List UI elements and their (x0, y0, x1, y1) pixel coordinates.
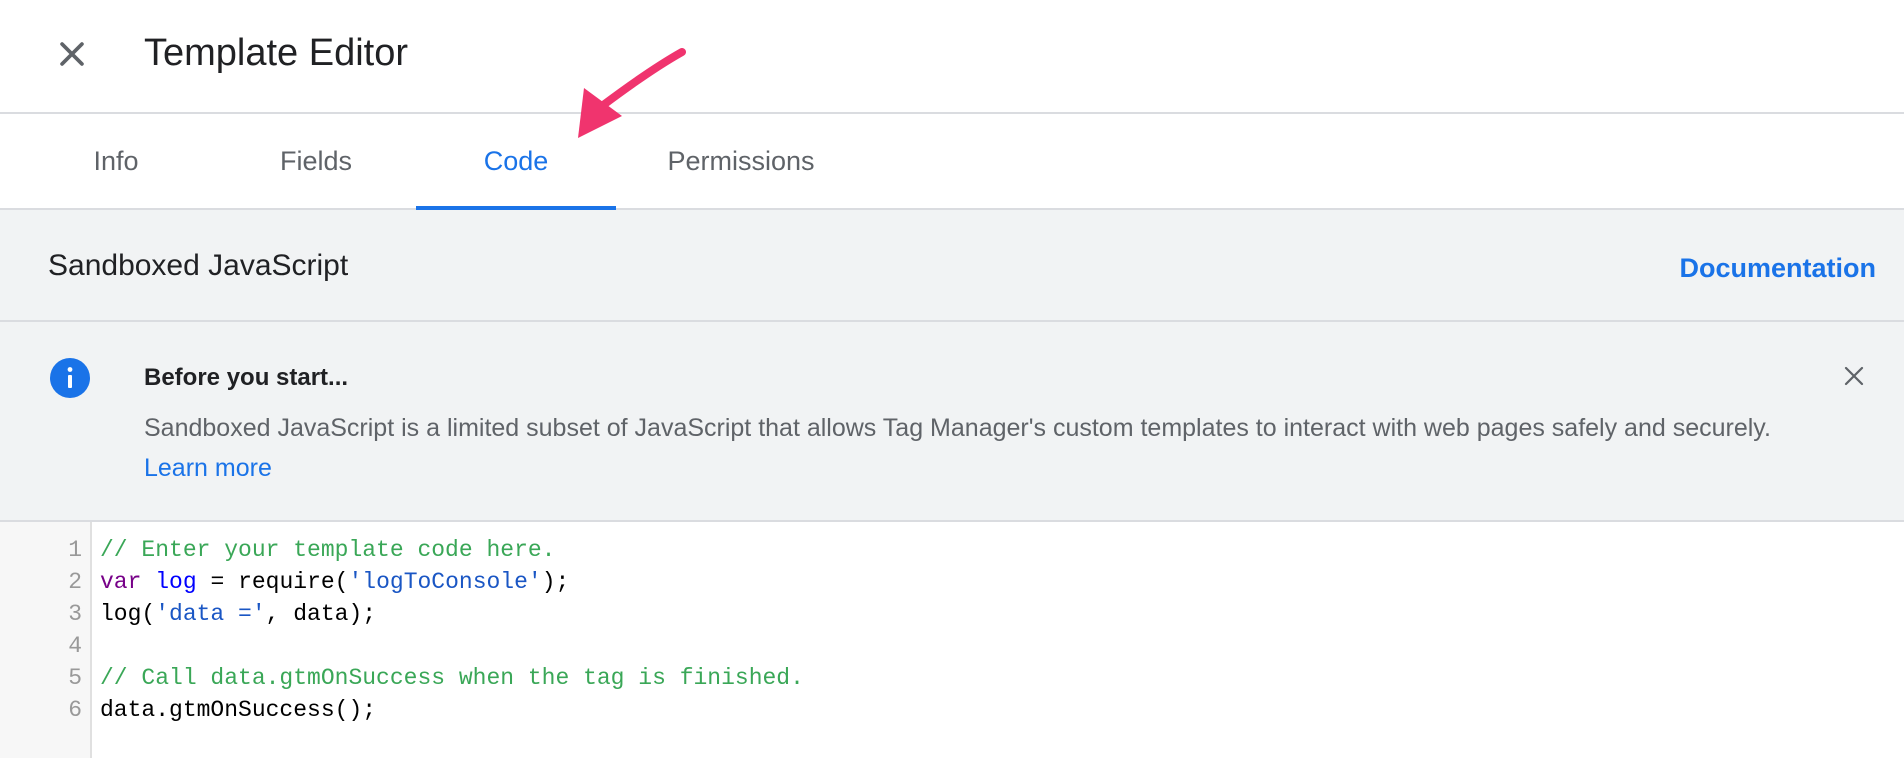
header: Template Editor (0, 0, 1904, 114)
line-number: 1 (68, 537, 82, 563)
info-notice: Before you start... Sandboxed JavaScript… (0, 322, 1904, 522)
code-line[interactable]: // Call data.gtmOnSuccess when the tag i… (100, 662, 804, 694)
info-icon (50, 358, 90, 398)
learn-more-link[interactable]: Learn more (144, 454, 272, 482)
line-number: 4 (68, 633, 82, 659)
dismiss-notice-button[interactable] (1840, 362, 1868, 390)
tab-fields[interactable]: Fields (248, 114, 384, 208)
tab-code[interactable]: Code (416, 114, 616, 210)
code-line[interactable]: log('data =', data); (100, 598, 376, 630)
section-header: Sandboxed JavaScript Documentation (0, 210, 1904, 322)
notice-body: Sandboxed JavaScript is a limited subset… (144, 408, 1804, 488)
code-text: data.gtmOnSuccess(); (100, 697, 377, 723)
page-title: Template Editor (144, 32, 409, 74)
section-title: Sandboxed JavaScript (48, 249, 349, 282)
code-comment: // Enter your template code here. (100, 537, 556, 563)
code-keyword: var (100, 569, 142, 595)
line-number-gutter: 1 2 3 4 5 6 (0, 522, 92, 758)
line-number: 6 (68, 697, 82, 723)
notice-text: Sandboxed JavaScript is a limited subset… (144, 414, 1771, 442)
tab-bar: Info Fields Code Permissions (0, 114, 1904, 210)
code-string: 'data =' (155, 601, 266, 627)
line-number: 5 (68, 665, 82, 691)
code-text: ); (541, 569, 570, 595)
line-number: 3 (68, 601, 82, 627)
code-line[interactable]: var log = require('logToConsole'); (100, 566, 569, 598)
code-line[interactable]: data.gtmOnSuccess(); (100, 694, 376, 726)
code-text: log( (100, 601, 156, 627)
code-editor[interactable]: 1 2 3 4 5 6 // Enter your template code … (0, 522, 1904, 758)
code-text: = require( (196, 569, 349, 595)
close-icon (60, 42, 84, 66)
code-text: , data); (265, 601, 377, 627)
code-line[interactable]: // Enter your template code here. (100, 534, 555, 566)
close-icon (1844, 366, 1864, 386)
notice-title: Before you start... (144, 364, 349, 391)
tab-permissions[interactable]: Permissions (650, 114, 832, 208)
documentation-link[interactable]: Documentation (1679, 250, 1876, 286)
code-comment: // Call data.gtmOnSuccess when the tag i… (100, 665, 804, 691)
close-editor-button[interactable] (48, 30, 96, 78)
code-string: 'logToConsole' (348, 569, 542, 595)
line-number: 2 (68, 569, 82, 595)
tab-info[interactable]: Info (48, 114, 184, 208)
code-variable: log (155, 569, 197, 595)
